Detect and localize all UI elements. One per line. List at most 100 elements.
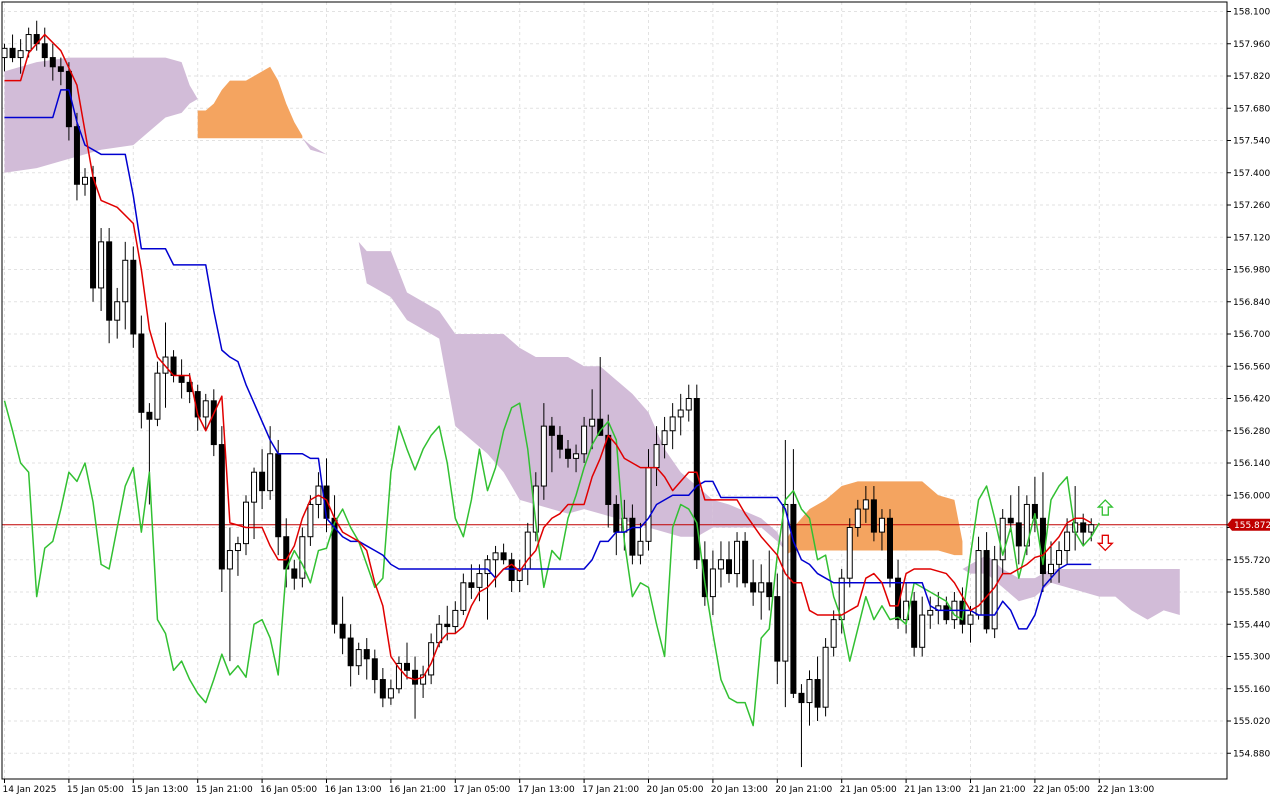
candle-body-bear [146,411,153,420]
candle-body-bull [573,453,580,459]
y-tick-label: 157.680 [1233,104,1270,114]
candle-body-bear [9,47,16,59]
candle-body-bear [331,517,338,625]
candle-body-bull [299,536,306,579]
y-tick-label: 157.120 [1233,233,1270,243]
y-tick-label: 156.700 [1233,330,1270,340]
candle-body-bear [887,517,893,579]
candle-body-bull [122,259,129,303]
candle-body-bear [943,605,950,621]
candle-body-bear [565,448,571,459]
candle-body-bull [226,550,233,570]
candle-body-bear [106,241,113,321]
y-tick-label: 157.820 [1233,72,1270,82]
candle-body-bear [363,649,370,660]
candle-body-bull [1056,550,1063,565]
candle-body-bull [540,425,547,487]
candle-body-bull [645,467,652,542]
candle-body-bear [41,43,48,59]
candle-body-bull [114,301,121,321]
candle-body-bull [581,425,588,455]
candle-body-bull [734,540,741,575]
candle-body-bear [444,623,451,628]
y-tick-label: 157.260 [1233,201,1270,211]
candle-body-bear [1015,522,1022,547]
x-tick-label: 15 Jan 05:00 [67,785,124,795]
candle-body-bear [814,679,821,708]
candle-body-bull [17,50,24,59]
x-tick-label: 16 Jan 13:00 [325,785,382,795]
chart-background [0,0,1280,800]
candle-body-bull [677,409,684,418]
y-tick-label: 154.880 [1233,749,1270,759]
x-tick-label: 21 Jan 13:00 [904,785,961,795]
candle-body-bear [138,333,145,413]
candle-body-bear [90,176,97,289]
y-tick-label: 156.280 [1233,427,1270,437]
candle-body-bull [1,47,8,59]
candle-body-bull [758,582,765,593]
x-tick-label: 20 Jan 21:00 [775,785,832,795]
candle-body-bull [661,430,668,446]
y-tick-label: 156.000 [1233,491,1270,501]
candle-body-bull [637,540,644,556]
candle-body-bear [339,623,346,639]
candle-body-bull [782,503,789,662]
candle-body-bear [605,434,612,505]
candle-body-bear [291,568,298,579]
candle-body-bear [49,57,56,68]
x-tick-label: 22 Jan 13:00 [1097,785,1154,795]
candle-body-bull [307,503,314,538]
candle [130,246,137,348]
candle-body-bull [98,241,105,289]
y-tick-label: 156.420 [1233,395,1270,405]
candle-body-bull [452,609,459,628]
candle [991,545,998,639]
candle-body-bull [822,646,829,708]
candle-body-bull [1064,531,1071,552]
candle [299,527,306,588]
x-tick-label: 22 Jan 05:00 [1033,785,1090,795]
x-tick-label: 17 Jan 05:00 [453,785,510,795]
y-tick-label: 155.160 [1233,685,1270,695]
candle-body-bull [806,679,813,704]
y-tick-label: 157.540 [1233,137,1270,147]
x-tick-label: 20 Jan 13:00 [711,785,768,795]
candle-body-bull [862,499,869,510]
candle-body-bull [234,543,241,552]
candle-body-bear [1080,522,1087,533]
candle-body-bull [25,34,32,52]
candle-body-bull [927,609,934,616]
candle-body-bear [371,658,378,681]
candle-body-bull [1048,563,1054,575]
candle-body-bull [492,552,499,561]
candle-body-bull [830,619,837,648]
candle-body-bear [548,425,555,436]
candle-body-bear [259,471,266,492]
candle-body-bull [387,688,394,699]
candle-body-bull [589,418,596,427]
y-tick-label: 158.100 [1233,8,1270,18]
y-tick-label: 156.840 [1233,298,1270,308]
candle-body-bear [130,259,137,335]
candle-body-bear [911,600,918,648]
current-price-tag: 155.872 [1227,518,1271,531]
x-tick-label: 16 Jan 05:00 [260,785,317,795]
candle [846,518,853,588]
y-tick-label: 156.560 [1233,362,1270,372]
candle-body-bear [57,66,64,72]
ichimoku-chart: 158.100 157.960 157.820 157.680 157.540 157.4… [0,0,1280,800]
candle-body-bull [846,527,853,579]
candle-body-bear [798,692,805,704]
current-price-label: 155.872 [1234,521,1271,531]
y-tick-label: 156.140 [1233,459,1270,469]
x-tick-label: 21 Jan 21:00 [969,785,1026,795]
x-tick-label: 17 Jan 21:00 [582,785,639,795]
candle-body-bear [500,552,507,561]
candle-body-bear [379,679,386,699]
x-tick-label: 15 Jan 21:00 [196,785,253,795]
candle-body-bear [218,444,225,570]
y-tick-label: 157.400 [1233,169,1270,179]
candle-body-bear [556,434,563,450]
candle-body-bear [613,503,620,533]
